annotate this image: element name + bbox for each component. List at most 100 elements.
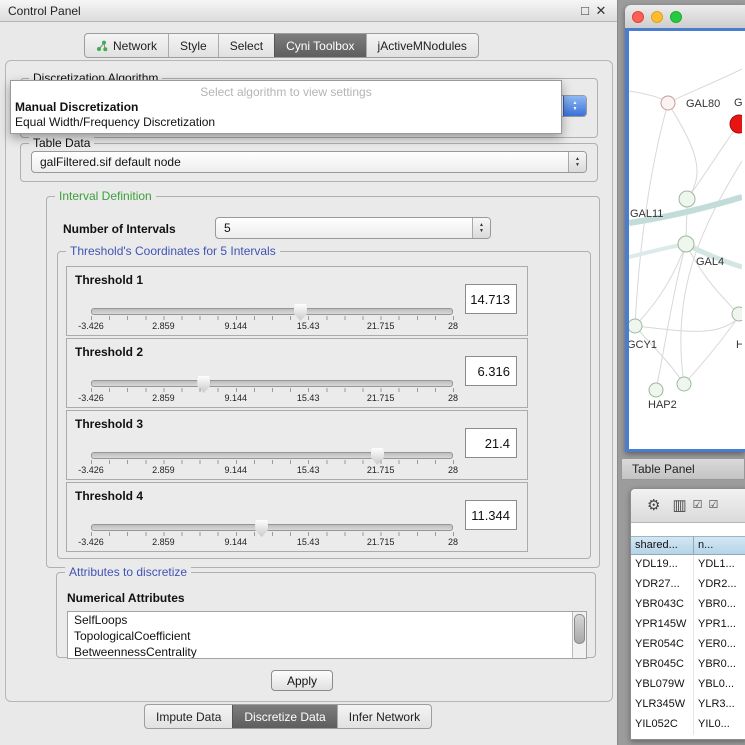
network-node[interactable] [732,307,742,321]
zoom-traffic-light-icon[interactable] [670,11,682,23]
tab-select[interactable]: Select [218,34,274,57]
tab-network[interactable]: Network [85,34,168,57]
network-node[interactable] [677,377,691,391]
threshold-4-value-field[interactable]: 11.344 [465,500,517,530]
slider-track[interactable] [91,380,453,387]
network-node[interactable] [679,191,695,207]
columns-icon[interactable]: ▥ [672,498,686,513]
popup-option-manual-discretization[interactable]: Manual Discretization [11,100,561,115]
table-panel-bar[interactable]: Table Panel [621,458,745,480]
node-label: GA [734,97,742,109]
control-panel-titlebar: Control Panel □ ✕ [0,0,617,22]
column-header-shared-name[interactable]: shared... [631,536,694,555]
network-node[interactable] [629,319,642,333]
table-row[interactable]: YDR27... YDR2... [631,575,745,595]
gear-icon[interactable]: ⚙ [647,498,660,513]
node-label: HAP2 [648,399,677,411]
combo-stepper-icon[interactable]: ▲ ▼ [472,218,490,238]
threshold-label: Threshold 4 [75,489,143,503]
apply-button[interactable]: Apply [271,670,333,691]
tab-label: jActiveMNodules [378,39,467,53]
table-row[interactable]: YBR045C YBR0... [631,655,745,675]
tab-label: Cyni Toolbox [286,39,354,53]
list-item[interactable]: SelfLoops [68,612,586,628]
network-canvas[interactable]: GAL80 GA GAL11 GAL4 GCY1 H HAP2 [629,31,745,449]
table-data-combobox[interactable]: galFiltered.sif default node ▲ ▼ [31,151,587,173]
popup-option-equal-width-frequency[interactable]: Equal Width/Frequency Discretization [11,115,561,130]
tab-label: Network [113,39,157,53]
select-all-checkbox-icon[interactable]: ☑ [693,498,703,513]
minimize-icon[interactable]: □ [577,3,593,18]
tab-jactivemnodules[interactable]: jActiveMNodules [366,34,478,57]
interval-definition-group: Interval Definition Number of Intervals … [46,196,600,568]
num-intervals-label: Number of Intervals [63,222,176,236]
threshold-3-panel: Threshold 3 -3.426 2.859 9.144 15.43 21.… [66,410,528,480]
table-rows: YDL19... YDL1... YDR27... YDR2... YBR043… [631,555,745,739]
threshold-3-value-field[interactable]: 21.4 [465,428,517,458]
network-node[interactable] [661,96,675,110]
bottom-tabbar: Impute Data Discretize Data Infer Networ… [144,704,432,729]
attributes-list[interactable]: SelfLoops TopologicalCoefficient Between… [67,611,587,659]
network-view-window: GAL80 GA GAL11 GAL4 GCY1 H HAP2 [625,5,745,452]
network-node[interactable] [649,383,663,397]
slider-ticks [91,532,454,536]
column-header-name[interactable]: n... [694,536,745,555]
list-item[interactable]: BetweennessCentrality [68,644,586,659]
node-label: H [736,339,742,351]
tab-infer-network[interactable]: Infer Network [337,705,431,728]
table-data-group: Table Data galFiltered.sif default node … [20,143,598,182]
num-intervals-value: 5 [224,221,231,235]
group-title: Table Data [29,136,94,150]
tab-discretize-data[interactable]: Discretize Data [232,705,336,728]
node-label: GAL80 [686,98,720,110]
node-label: GAL11 [630,208,663,220]
slider-track[interactable] [91,308,453,315]
list-item[interactable]: TopologicalCoefficient [68,628,586,644]
threshold-1-value-field[interactable]: 14.713 [465,284,517,314]
threshold-1-slider[interactable] [91,303,453,323]
minimize-traffic-light-icon[interactable] [651,11,663,23]
slider-ticks [91,316,454,320]
attributes-group: Attributes to discretize Numerical Attri… [56,572,596,658]
threshold-2-panel: Threshold 2 -3.426 2.859 9.144 15.43 21.… [66,338,528,408]
threshold-3-slider[interactable] [91,447,453,467]
group-title: Threshold's Coordinates for 5 Intervals [66,244,280,258]
scrollbar-thumb[interactable] [574,614,585,644]
table-row[interactable]: YBR043C YBR0... [631,595,745,615]
network-node[interactable] [678,236,694,252]
combo-stepper-icon[interactable]: ▲ ▼ [563,96,586,116]
num-intervals-combobox[interactable]: 5 ▲ ▼ [215,217,491,239]
threshold-2-value-field[interactable]: 6.316 [465,356,517,386]
close-icon[interactable]: ✕ [593,3,609,19]
slider-tick-labels: -3.426 2.859 9.144 15.43 21.715 28 [91,393,453,403]
threshold-label: Threshold 2 [75,345,143,359]
network-node-selected-red[interactable] [730,115,742,133]
table-row[interactable]: YDL19... YDL1... [631,555,745,575]
network-icon [96,40,108,52]
table-row[interactable]: YBL079W YBL0... [631,675,745,695]
threshold-label: Threshold 3 [75,417,143,431]
table-row[interactable]: YIL052C YIL0... [631,715,745,735]
table-panel-window: ⚙ ▥ ☑ ☑ shared... n... YDL19... YDL1... … [630,488,745,740]
group-title: Interval Definition [55,189,156,203]
threshold-4-slider[interactable] [91,519,453,539]
list-scrollbar[interactable] [572,612,586,658]
checkbox-icon[interactable]: ☑ [709,498,719,513]
close-traffic-light-icon[interactable] [632,11,644,23]
tab-impute-data[interactable]: Impute Data [145,705,232,728]
table-row[interactable]: YER054C YER0... [631,635,745,655]
combo-stepper-icon[interactable]: ▲ ▼ [568,152,586,172]
tab-label: Discretize Data [244,710,325,724]
slider-track[interactable] [91,524,453,531]
threshold-coordinates-group: Threshold's Coordinates for 5 Intervals … [57,251,591,559]
slider-ticks [91,460,454,464]
threshold-2-slider[interactable] [91,375,453,395]
threshold-label: Threshold 1 [75,273,143,287]
numerical-attributes-label: Numerical Attributes [67,591,185,605]
slider-track[interactable] [91,452,453,459]
node-label: GCY1 [629,339,657,351]
table-row[interactable]: YPR145W YPR1... [631,615,745,635]
tab-style[interactable]: Style [168,34,218,57]
tab-cyni-toolbox[interactable]: Cyni Toolbox [274,34,365,57]
table-row[interactable]: YLR345W YLR3... [631,695,745,715]
